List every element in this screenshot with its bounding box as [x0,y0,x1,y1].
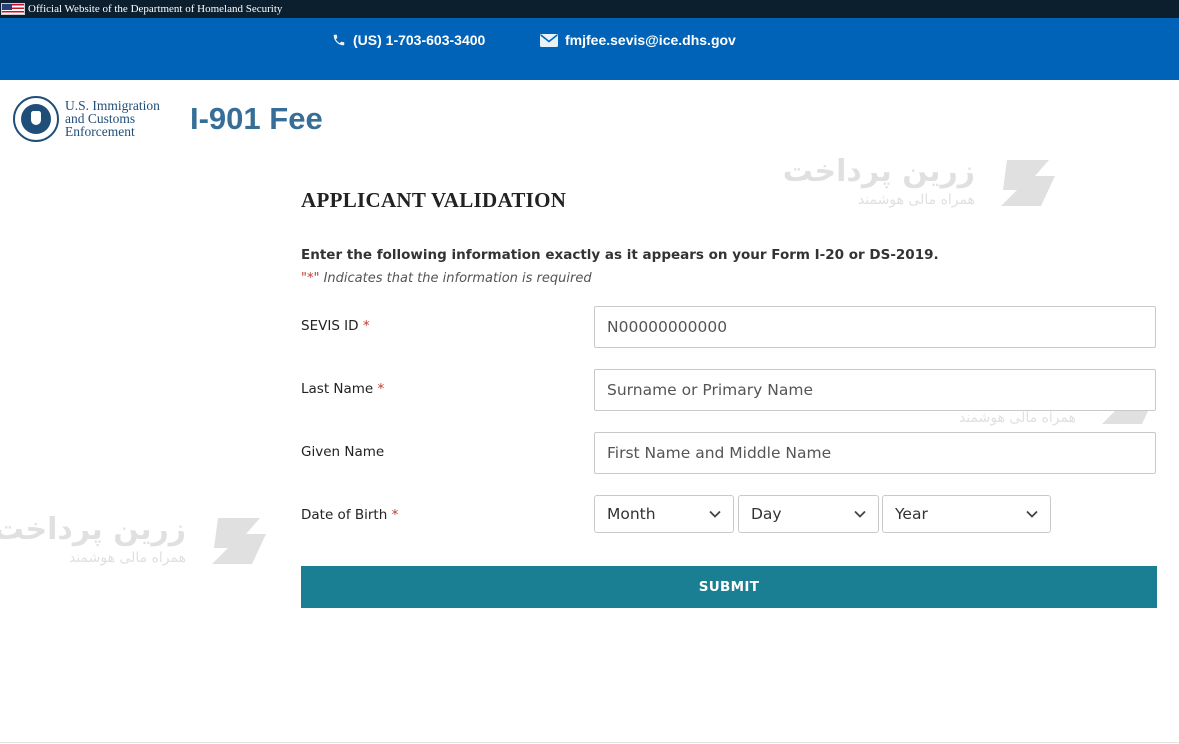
dob-year-select[interactable]: Year [882,495,1051,533]
form-instructions: Enter the following information exactly … [301,247,939,263]
given-name-label-text: Given Name [301,444,385,460]
dob-month-value: Month [607,505,656,523]
watermark-logo-icon [212,518,266,564]
dob-year-value: Year [895,505,928,523]
required-star: * [362,318,370,334]
watermark-tagline: همراه مالی هوشمند [857,192,975,208]
dob-month-select[interactable]: Month [594,495,734,533]
form-heading: APPLICANT VALIDATION [301,188,567,212]
contact-email-text: fmjfee.sevis@ice.dhs.gov [565,32,736,48]
required-star: * [391,507,399,523]
contact-phone-text: (US) 1-703-603-3400 [353,32,486,48]
required-note-mark: "*" [301,271,320,286]
watermark-name: زرین پرداخت [0,512,186,547]
gov-banner: Official Website of the Department of Ho… [0,0,1179,18]
agency-logo-text[interactable]: U.S. Immigration and Customs Enforcement [65,99,160,139]
agency-line-3: Enforcement [65,124,135,139]
watermark-name: زرین پرداخت [782,154,975,189]
watermark: زرین پرداخت همراه مالی هوشمند [783,154,1055,214]
last-name-label: Last Name * [301,381,384,397]
watermark-tagline: همراه مالی هوشمند [958,410,1076,426]
seal-center [21,104,51,134]
eagle-icon [31,111,41,125]
dob-label-text: Date of Birth [301,507,388,523]
contact-phone-link[interactable]: (US) 1-703-603-3400 [332,32,485,48]
envelope-icon [540,33,558,47]
required-star: * [377,381,385,397]
chevron-down-icon [854,510,866,518]
contact-email-link[interactable]: fmjfee.sevis@ice.dhs.gov [540,32,736,48]
last-name-label-text: Last Name [301,381,374,397]
watermark-logo-icon [1001,160,1055,206]
site-title: I-901 Fee [190,101,323,136]
required-note: "*" Indicates that the information is re… [301,271,592,286]
required-note-text: Indicates that the information is requir… [319,271,592,286]
contact-bar: (US) 1-703-603-3400 fmjfee.sevis@ice.dhs… [0,18,1179,80]
watermark-tagline: همراه مالی هوشمند [68,550,186,566]
dhs-seal-icon[interactable] [13,96,59,142]
dob-day-select[interactable]: Day [738,495,879,533]
watermark: زرین پرداخت همراه مالی هوشمند [0,512,266,572]
us-flag-icon [1,3,25,15]
phone-icon [333,34,345,46]
sevis-id-input[interactable] [594,306,1156,348]
sevis-id-label: SEVIS ID * [301,318,370,334]
given-name-input[interactable] [594,432,1156,474]
chevron-down-icon [1026,510,1038,518]
given-name-label: Given Name [301,444,384,460]
sevis-id-label-text: SEVIS ID [301,318,359,334]
submit-button[interactable]: SUBMIT [301,566,1157,608]
gov-banner-text: Official Website of the Department of Ho… [28,3,283,15]
last-name-input[interactable] [594,369,1156,411]
dob-day-value: Day [751,505,782,523]
footer-divider [0,742,1179,743]
chevron-down-icon [709,510,721,518]
dob-label: Date of Birth * [301,507,398,523]
